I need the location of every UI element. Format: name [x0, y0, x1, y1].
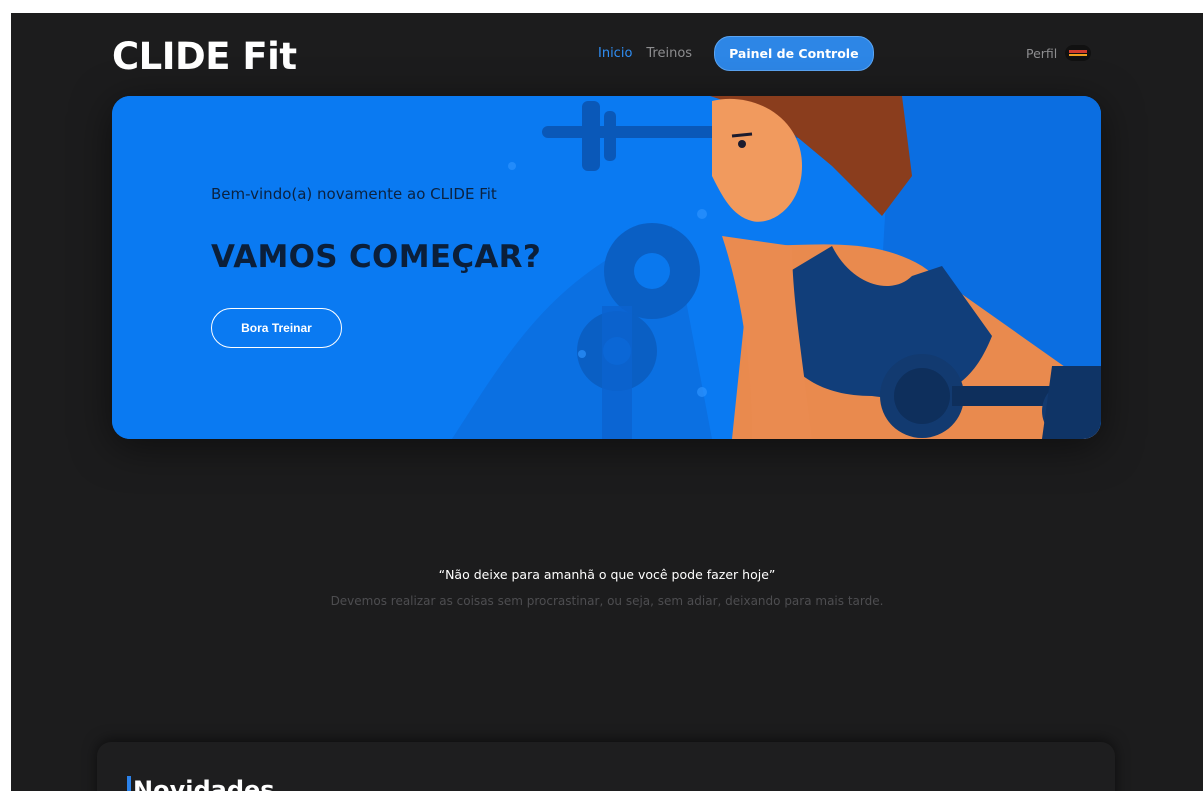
nav-button-painel-de-controle[interactable]: Painel de Controle: [714, 36, 874, 71]
hero-banner: Bem-vindo(a) novamente ao CLIDE Fit VAMO…: [112, 96, 1101, 439]
profile-label: Perfil: [1026, 45, 1058, 61]
app-frame: CLIDE Fit Inicio Treinos Painel de Contr…: [11, 13, 1203, 791]
news-accent-bar: [127, 776, 131, 791]
main-nav: Inicio Treinos Painel de Controle: [598, 36, 874, 71]
news-card: Novidades: [97, 742, 1115, 791]
nav-link-inicio[interactable]: Inicio: [598, 46, 632, 61]
bora-treinar-button[interactable]: Bora Treinar: [211, 308, 342, 348]
hero-title: VAMOS COMEÇAR?: [211, 239, 542, 275]
app-logo[interactable]: CLIDE Fit: [112, 35, 297, 78]
news-title: Novidades: [133, 776, 275, 791]
avatar[interactable]: [1065, 45, 1092, 61]
hero-subtitle: Bem-vindo(a) novamente ao CLIDE Fit: [211, 185, 497, 203]
nav-link-treinos[interactable]: Treinos: [646, 46, 692, 61]
motivational-quote: “Não deixe para amanhã o que você pode f…: [438, 567, 776, 582]
profile-menu[interactable]: Perfil: [1026, 45, 1092, 61]
quote-description: Devemos realizar as coisas sem procrasti…: [330, 594, 884, 608]
